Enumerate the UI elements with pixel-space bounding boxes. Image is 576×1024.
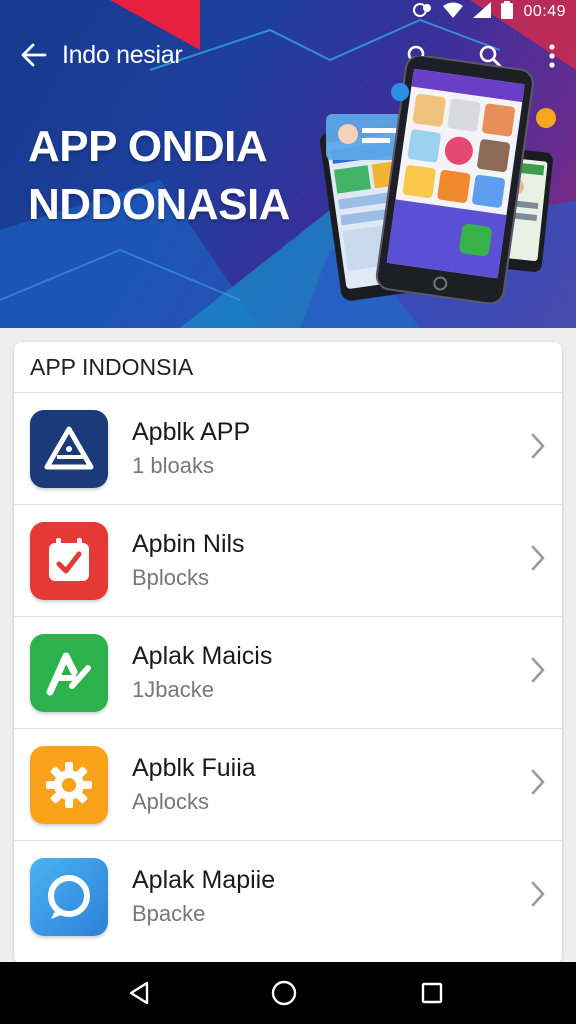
wifi-icon bbox=[443, 2, 464, 23]
app-subtitle: Bpacke bbox=[132, 900, 206, 926]
status-bar: 00:49 bbox=[0, 0, 576, 24]
app-icon bbox=[30, 745, 108, 824]
signal-icon bbox=[473, 1, 492, 23]
app-subtitle: Aplocks bbox=[132, 788, 210, 814]
gear-icon bbox=[46, 761, 92, 808]
back-arrow-icon bbox=[21, 43, 47, 67]
notification-icon bbox=[413, 1, 433, 24]
chat-bubble-icon bbox=[48, 874, 90, 919]
toolbar-title: Indo nesiar bbox=[62, 40, 183, 69]
list-item[interactable]: Aplak Maicis 1Jbacke bbox=[14, 617, 562, 729]
app-icon bbox=[30, 521, 108, 600]
app-name: Aplak Mapiie bbox=[132, 865, 276, 894]
nav-recents-button[interactable] bbox=[415, 976, 449, 1010]
apps-card: APP INDONSIA Apblk APP 1 bloaks Apbin Ni… bbox=[14, 342, 562, 964]
nav-home-button[interactable] bbox=[267, 976, 301, 1010]
status-time: 00:49 bbox=[523, 3, 566, 20]
battery-icon bbox=[501, 0, 514, 24]
app-icon bbox=[30, 409, 108, 488]
back-triangle-icon bbox=[129, 981, 149, 1005]
chevron-right-icon bbox=[531, 545, 545, 571]
app-subtitle: 1 bloaks bbox=[132, 452, 214, 478]
back-button[interactable] bbox=[14, 35, 54, 75]
list-header: APP INDONSIA bbox=[14, 342, 562, 393]
app-name: Apbin Nils bbox=[132, 529, 245, 558]
letter-a-icon bbox=[46, 652, 91, 695]
app-name: Apblk APP bbox=[132, 417, 251, 446]
list-item[interactable]: Apblk Fuiia Aplocks bbox=[14, 729, 562, 841]
hero-banner: 00:49 Indo nesiar APP ONDIA NDDONASIA bbox=[0, 0, 576, 328]
list-item[interactable]: Aplak Mapiie Bpacke bbox=[14, 841, 562, 952]
home-circle-icon bbox=[271, 980, 297, 1006]
list-item[interactable]: Apbin Nils Bplocks bbox=[14, 505, 562, 617]
app-name: Apblk Fuiia bbox=[132, 753, 256, 782]
hero-title: APP ONDIA NDDONASIA bbox=[28, 118, 290, 234]
recents-square-icon bbox=[421, 982, 443, 1004]
app-name: Aplak Maicis bbox=[132, 641, 273, 670]
triangle-logo-icon bbox=[44, 426, 94, 469]
list-item[interactable]: Apblk APP 1 bloaks bbox=[14, 393, 562, 505]
chevron-right-icon bbox=[531, 769, 545, 795]
hero-title-line1: APP ONDIA bbox=[28, 122, 268, 171]
app-subtitle: Bplocks bbox=[132, 564, 210, 590]
calendar-check-icon bbox=[49, 537, 89, 581]
chevron-right-icon bbox=[531, 881, 545, 907]
phones-illustration bbox=[320, 56, 556, 305]
chevron-right-icon bbox=[531, 433, 545, 459]
app-icon bbox=[30, 857, 108, 936]
system-nav-bar bbox=[0, 962, 576, 1024]
app-icon bbox=[30, 633, 108, 712]
app-subtitle: 1Jbacke bbox=[132, 676, 214, 702]
chevron-right-icon bbox=[531, 657, 545, 683]
hero-title-line2: NDDONASIA bbox=[28, 180, 290, 229]
nav-back-button[interactable] bbox=[122, 976, 156, 1010]
